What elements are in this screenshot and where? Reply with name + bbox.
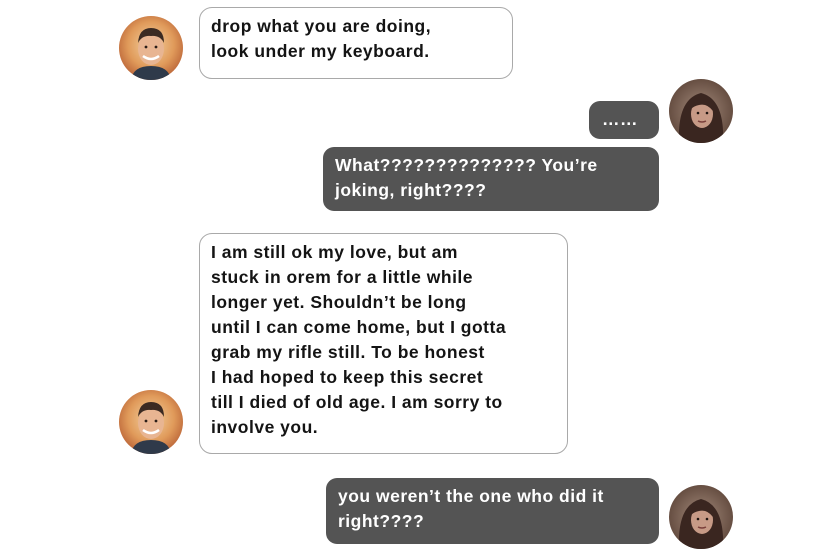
outgoing-message-bubble[interactable]: …… (589, 101, 659, 139)
woman-avatar[interactable] (669, 79, 733, 143)
incoming-message-bubble[interactable]: I am still ok my love, but am stuck in o… (199, 233, 568, 454)
message-text: I am still ok my love, but am stuck in o… (211, 242, 507, 437)
outgoing-message-bubble[interactable]: What?????????????? You’re joking, right?… (323, 147, 659, 211)
message-text: drop what you are doing, look under my k… (211, 16, 432, 61)
incoming-message-bubble[interactable]: drop what you are doing, look under my k… (199, 7, 513, 79)
young-man-avatar[interactable] (119, 390, 183, 454)
message-text: What?????????????? You’re joking, right?… (335, 155, 598, 200)
woman-avatar[interactable] (669, 485, 733, 549)
young-man-avatar[interactable] (119, 16, 183, 80)
message-text: you weren’t the one who did it right???? (338, 486, 604, 531)
message-text: …… (602, 109, 638, 129)
outgoing-message-bubble[interactable]: you weren’t the one who did it right???? (326, 478, 659, 544)
